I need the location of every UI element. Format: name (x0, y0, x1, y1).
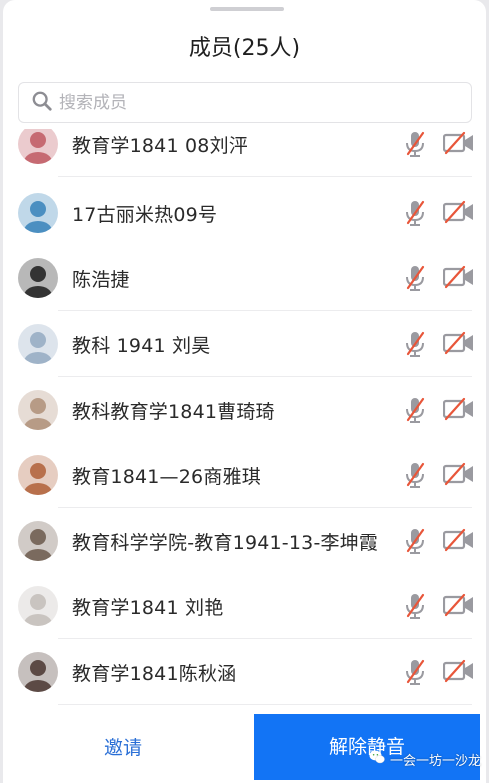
member-name: 教科教育学1841曹琦琦 (72, 401, 275, 423)
microphone-muted-icon[interactable] (403, 263, 427, 293)
row-divider (58, 704, 472, 705)
camera-off-icon[interactable] (442, 659, 474, 683)
camera-off-icon[interactable] (442, 131, 474, 155)
member-name: 教育科学学院-教育1941-13-李坤霞 (72, 532, 379, 554)
microphone-muted-icon[interactable] (403, 591, 427, 621)
microphone-muted-icon[interactable] (403, 129, 427, 159)
watermark: 一会一坊一沙龙 (368, 749, 481, 769)
page-title: 成员(25人) (188, 36, 301, 61)
watermark-text: 一会一坊一沙龙 (390, 753, 482, 769)
camera-off-icon[interactable] (442, 331, 474, 355)
member-list: 教育学1841 08刘泙 17古丽米热09号 陈浩捷教科 1941 刘昊教科教育学1… (3, 129, 486, 709)
avatar (18, 455, 58, 495)
member-name: 教育1841—26商雅琪 (72, 466, 261, 488)
member-row[interactable]: 教育学1841 08刘泙 (3, 129, 486, 177)
wechat-icon (368, 748, 390, 770)
microphone-muted-icon[interactable] (403, 329, 427, 359)
member-name: 教科 1941 刘昊 (72, 335, 211, 357)
footer-bar: 邀请 解除静音 (3, 712, 486, 783)
member-name: 教育学1841 刘艳 (72, 597, 224, 619)
member-panel: 成员(25人) 教育学1841 08刘泙 17古丽米热09号陈浩捷教科 1941 … (3, 0, 486, 783)
avatar (18, 521, 58, 561)
microphone-muted-icon[interactable] (403, 395, 427, 425)
member-row[interactable]: 17古丽米热09号 (3, 180, 486, 246)
avatar (18, 586, 58, 626)
drag-handle[interactable] (210, 7, 284, 11)
member-row[interactable]: 教育学1841 刘艳 (3, 573, 486, 639)
microphone-muted-icon[interactable] (403, 460, 427, 490)
member-row[interactable]: 教育科学学院-教育1941-13-李坤霞 (3, 508, 486, 574)
camera-off-icon[interactable] (442, 593, 474, 617)
avatar (18, 652, 58, 692)
member-row[interactable]: 教科教育学1841曹琦琦 (3, 377, 486, 443)
camera-off-icon[interactable] (442, 200, 474, 224)
microphone-muted-icon[interactable] (403, 198, 427, 228)
camera-off-icon[interactable] (442, 265, 474, 289)
member-row[interactable]: 教育学1841陈秋涵 (3, 639, 486, 705)
avatar (18, 324, 58, 364)
invite-button[interactable]: 邀请 (63, 730, 183, 766)
avatar (18, 129, 58, 164)
avatar (18, 390, 58, 430)
avatar (18, 193, 58, 233)
unmute-button[interactable]: 解除静音 (254, 714, 480, 780)
search-icon (31, 90, 53, 116)
member-row[interactable]: 陈浩捷 (3, 245, 486, 311)
row-divider (58, 176, 472, 177)
camera-off-icon[interactable] (442, 397, 474, 421)
member-name: 17古丽米热09号 (72, 204, 218, 226)
microphone-muted-icon[interactable] (403, 526, 427, 556)
camera-off-icon[interactable] (442, 462, 474, 486)
member-row[interactable]: 教育1841—26商雅琪 (3, 442, 486, 508)
member-name: 陈浩捷 (72, 269, 130, 291)
avatar (18, 258, 58, 298)
camera-off-icon[interactable] (442, 528, 474, 552)
search-box[interactable] (18, 82, 472, 123)
member-name: 教育学1841 08刘泙 (72, 135, 248, 157)
search-input[interactable] (59, 92, 439, 113)
member-name: 教育学1841陈秋涵 (72, 663, 237, 685)
member-row[interactable]: 教科 1941 刘昊 (3, 311, 486, 377)
microphone-muted-icon[interactable] (403, 657, 427, 687)
